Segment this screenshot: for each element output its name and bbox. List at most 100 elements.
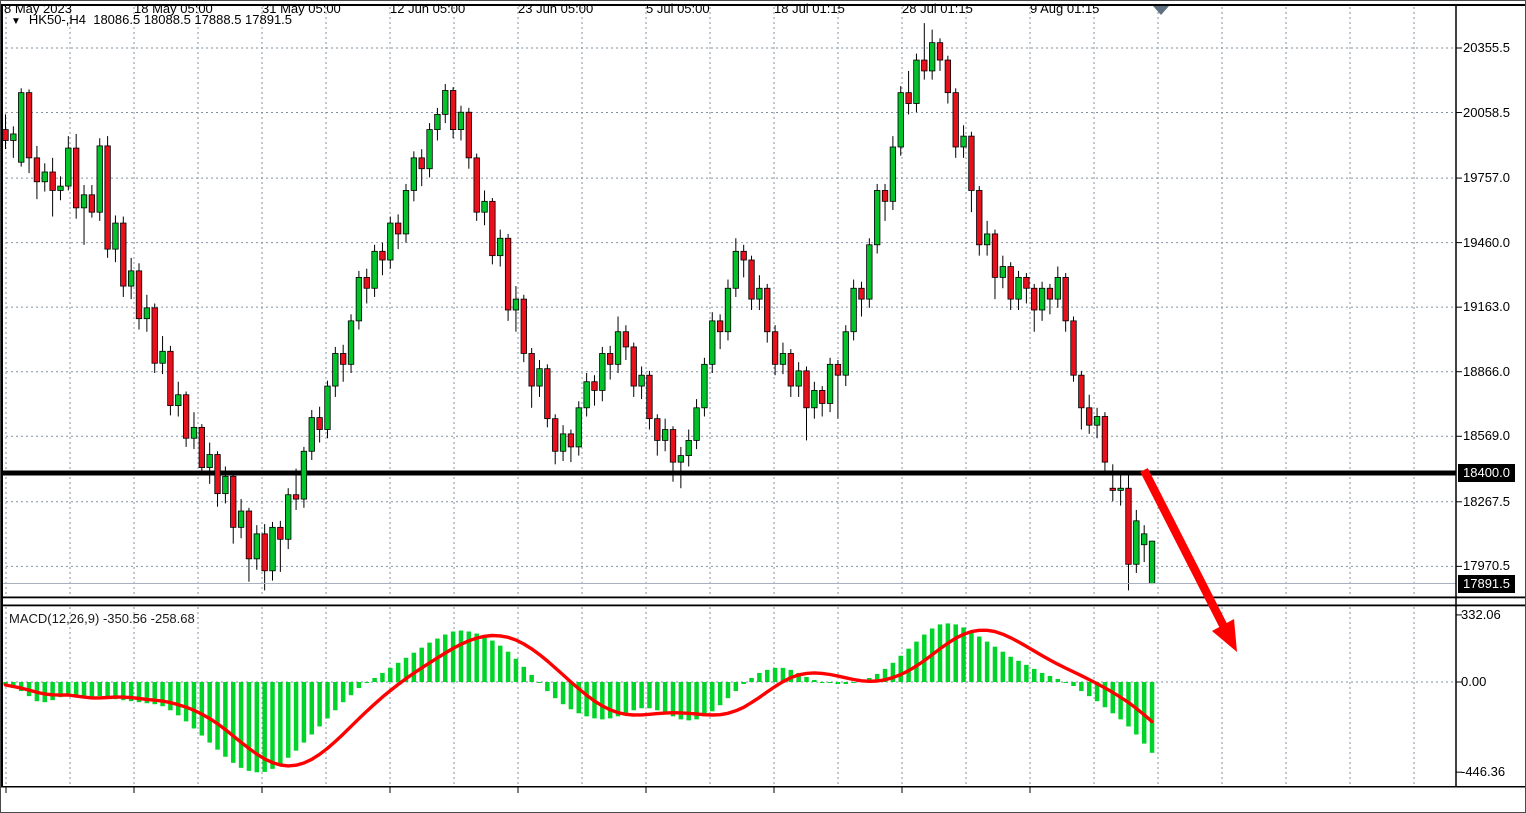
panel-separator[interactable] xyxy=(1,597,1526,599)
candle-body xyxy=(246,511,252,559)
time-axis-label: 28 Jul 01:15 xyxy=(902,1,973,16)
candle-body xyxy=(764,288,770,331)
candle-body xyxy=(639,375,645,386)
macd-histogram-bar xyxy=(498,646,503,682)
macd-histogram-bar xyxy=(105,682,110,697)
macd-histogram-bar xyxy=(553,682,558,698)
candle-body xyxy=(113,223,119,249)
macd-histogram-bar xyxy=(223,682,228,757)
candle-body xyxy=(1039,288,1045,310)
candle-body xyxy=(97,146,103,212)
candle-body xyxy=(419,158,425,169)
candle-body xyxy=(1016,277,1022,299)
candle-body xyxy=(977,190,983,244)
chart-bottom-border xyxy=(1,786,1526,788)
candle-body xyxy=(136,271,142,319)
mt4-chart-window[interactable]: ▼HK50-,H4 18086.5 18088.5 17888.5 17891.… xyxy=(0,0,1526,813)
candle-body xyxy=(992,234,998,277)
macd-histogram-bar xyxy=(372,678,377,682)
candle-body xyxy=(851,288,857,331)
candle-body xyxy=(223,476,229,493)
down-arrow-shaft[interactable] xyxy=(1144,470,1224,627)
candle-body xyxy=(144,308,150,319)
macd-histogram-bar xyxy=(647,682,652,708)
candle-body xyxy=(1110,488,1116,490)
macd-histogram-bar xyxy=(270,682,275,769)
candle-body xyxy=(262,534,268,571)
macd-histogram-bar xyxy=(1001,652,1006,682)
price-axis-label: 20058.5 xyxy=(1463,105,1510,120)
time-axis-label: 12 Jun 05:00 xyxy=(390,1,465,16)
panel-separator[interactable] xyxy=(1,605,1526,607)
macd-histogram-bar xyxy=(294,682,299,751)
candle-body xyxy=(521,299,527,353)
candle-body xyxy=(1000,267,1006,278)
macd-histogram-bar xyxy=(286,682,291,758)
symbol-dropdown-icon[interactable]: ▼ xyxy=(11,16,21,27)
macd-histogram-bar xyxy=(482,637,487,682)
candle-body xyxy=(152,308,158,363)
candle-body xyxy=(859,288,865,299)
candle-body xyxy=(458,112,464,129)
macd-histogram-bar xyxy=(357,682,362,688)
macd-values: -350.56 -258.68 xyxy=(103,611,195,626)
candle-body xyxy=(207,455,213,468)
macd-axis-label: 332.06 xyxy=(1461,607,1501,622)
macd-axis-label: -446.36 xyxy=(1461,764,1505,779)
macd-histogram-bar xyxy=(946,623,951,682)
price-axis-label: 18569.0 xyxy=(1463,428,1510,443)
macd-histogram-bar xyxy=(176,682,181,715)
candle-body xyxy=(607,353,613,364)
chart-left-border xyxy=(1,4,3,787)
candle-body xyxy=(757,288,763,299)
candle-body xyxy=(176,395,182,406)
candle-body xyxy=(435,114,441,129)
macd-histogram-bar xyxy=(569,682,574,709)
candle-body xyxy=(58,186,64,190)
candle-body xyxy=(615,332,621,365)
candle-body xyxy=(293,495,299,499)
chart-canvas[interactable] xyxy=(1,1,1526,813)
candle-body xyxy=(309,418,315,452)
candle-body xyxy=(686,440,692,455)
candle-body xyxy=(835,364,841,375)
macd-histogram-bar xyxy=(200,682,205,736)
macd-histogram-bar xyxy=(207,682,212,743)
candle-body xyxy=(953,93,959,147)
chart-shift-marker-icon[interactable] xyxy=(1153,6,1169,15)
macd-histogram-bar xyxy=(537,682,542,683)
candle-body xyxy=(961,136,967,147)
macd-histogram-bar xyxy=(388,668,393,682)
candle-body xyxy=(285,495,291,540)
candle-body xyxy=(1094,416,1100,425)
candle-body xyxy=(741,251,747,260)
macd-histogram-bar xyxy=(50,682,55,700)
macd-histogram-bar xyxy=(1048,676,1053,682)
macd-name: MACD(12,26,9) xyxy=(9,611,99,626)
candle-body xyxy=(497,238,503,255)
candle-body xyxy=(662,430,668,441)
macd-histogram-bar xyxy=(82,682,87,697)
candle-body xyxy=(215,455,221,494)
candle-body xyxy=(560,434,566,451)
macd-histogram-bar xyxy=(836,682,841,684)
candle-body xyxy=(168,351,174,405)
candle-body xyxy=(443,90,449,114)
chart-top-border xyxy=(1,4,1526,6)
candle-body xyxy=(537,369,543,386)
time-axis-label: 18 May 05:00 xyxy=(134,1,213,16)
candle-body xyxy=(1024,277,1030,288)
macd-histogram-bar xyxy=(247,682,252,771)
candle-body xyxy=(592,382,598,391)
candle-body xyxy=(882,190,888,201)
price-axis-label: 18866.0 xyxy=(1463,364,1510,379)
candle-body xyxy=(984,234,990,245)
candle-body xyxy=(317,418,323,430)
macd-histogram-bar xyxy=(490,641,495,682)
macd-histogram-bar xyxy=(631,682,636,710)
candle-body xyxy=(1118,488,1124,490)
macd-histogram-bar xyxy=(1063,682,1068,683)
macd-histogram-bar xyxy=(333,682,338,710)
candle-body xyxy=(466,112,472,158)
candle-body xyxy=(199,427,205,467)
